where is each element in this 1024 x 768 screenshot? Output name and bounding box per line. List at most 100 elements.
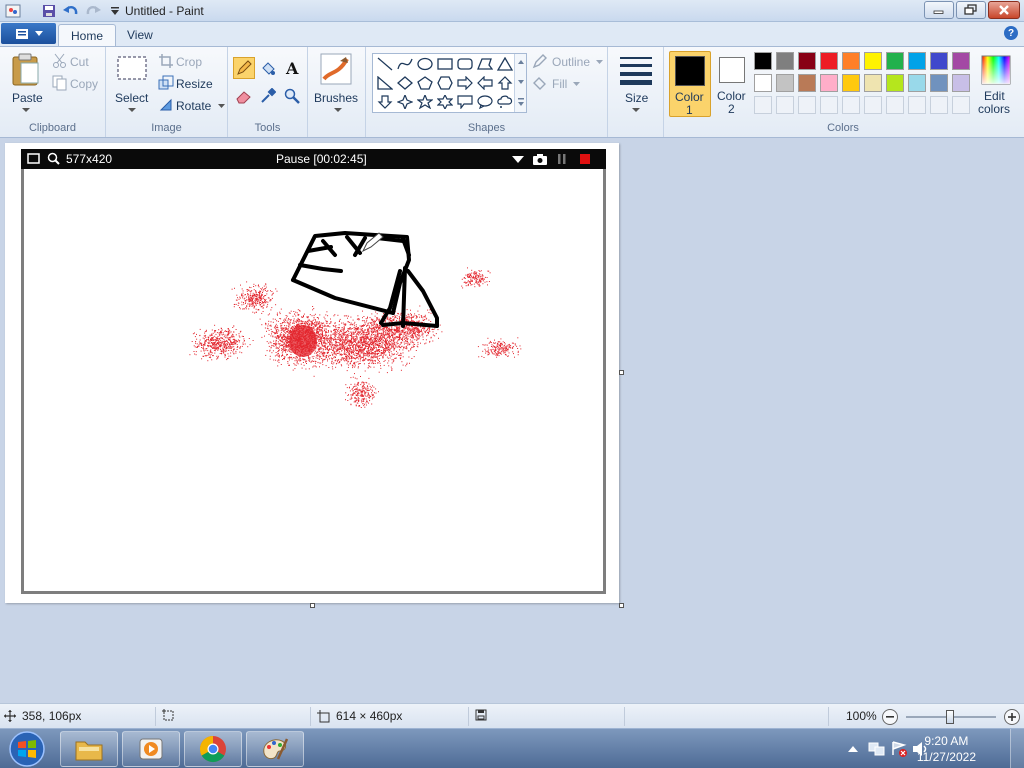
- custom-color-slot[interactable]: [798, 96, 816, 114]
- resize-handle-right[interactable]: [619, 370, 624, 375]
- oval-callout-shape[interactable]: [475, 93, 495, 111]
- camera-icon[interactable]: [532, 153, 548, 166]
- color-swatch[interactable]: [908, 52, 926, 70]
- cut-button[interactable]: Cut: [52, 53, 102, 71]
- resize-button[interactable]: Resize: [158, 75, 218, 93]
- action-center-icon[interactable]: [890, 741, 908, 757]
- line-shape[interactable]: [375, 55, 395, 73]
- color-swatch[interactable]: [776, 74, 794, 92]
- show-desktop-button[interactable]: [1010, 729, 1024, 768]
- resize-handle-corner[interactable]: [619, 603, 624, 608]
- four-point-star-shape[interactable]: [395, 93, 415, 111]
- pentagon-shape[interactable]: [415, 74, 435, 92]
- color-swatch[interactable]: [886, 52, 904, 70]
- color-swatch[interactable]: [930, 52, 948, 70]
- resize-handle-bottom[interactable]: [310, 603, 315, 608]
- size-button[interactable]: Size: [614, 51, 658, 117]
- color-swatch[interactable]: [776, 52, 794, 70]
- redo-icon[interactable]: [84, 2, 102, 20]
- down-arrow-shape[interactable]: [375, 93, 395, 111]
- start-button[interactable]: [2, 730, 52, 768]
- color-swatch[interactable]: [952, 74, 970, 92]
- tab-view[interactable]: View: [115, 24, 165, 46]
- taskbar-chrome[interactable]: [184, 731, 242, 767]
- window-frame-icon[interactable]: [27, 153, 41, 165]
- color-swatch[interactable]: [886, 74, 904, 92]
- color-swatch[interactable]: [820, 74, 838, 92]
- zoom-slider-thumb[interactable]: [946, 710, 954, 724]
- zoom-slider[interactable]: [906, 710, 996, 724]
- color-swatch[interactable]: [908, 74, 926, 92]
- custom-color-slot[interactable]: [754, 96, 772, 114]
- color-swatch[interactable]: [930, 74, 948, 92]
- file-menu-button[interactable]: [1, 23, 56, 44]
- tab-home[interactable]: Home: [58, 24, 117, 46]
- shapes-scrollbar[interactable]: [514, 54, 526, 112]
- rect-callout-shape[interactable]: [455, 93, 475, 111]
- color-swatch[interactable]: [864, 52, 882, 70]
- edit-colors-button[interactable]: Edit colors: [974, 51, 1018, 117]
- drawing-canvas[interactable]: 577x420 Pause [00:02:45]: [5, 143, 619, 603]
- save-icon[interactable]: [40, 2, 58, 20]
- up-arrow-shape[interactable]: [495, 74, 515, 92]
- select-button[interactable]: Select: [112, 51, 152, 117]
- color1-button[interactable]: Color 1: [669, 51, 711, 117]
- help-icon[interactable]: ?: [1004, 26, 1018, 40]
- triangle-shape[interactable]: [495, 55, 515, 73]
- minimize-button[interactable]: [924, 1, 954, 19]
- customize-qat-icon[interactable]: [106, 2, 124, 20]
- pencil-tool[interactable]: [233, 57, 255, 79]
- fill-tool[interactable]: [257, 57, 279, 79]
- copy-button[interactable]: Copy: [52, 75, 102, 93]
- show-hidden-icons[interactable]: [848, 745, 858, 753]
- hexagon-shape[interactable]: [435, 74, 455, 92]
- color-swatch[interactable]: [798, 74, 816, 92]
- cloud-callout-shape[interactable]: [495, 93, 515, 111]
- crop-button[interactable]: Crop: [158, 53, 218, 71]
- rounded-rectangle-shape[interactable]: [455, 55, 475, 73]
- eraser-tool[interactable]: [233, 85, 255, 107]
- zoom-search-icon[interactable]: [47, 152, 61, 166]
- chevron-down-icon[interactable]: [512, 156, 524, 164]
- custom-color-slot[interactable]: [820, 96, 838, 114]
- brushes-button[interactable]: Brushes: [314, 51, 362, 117]
- zoom-in-button[interactable]: [1004, 709, 1020, 725]
- custom-color-slot[interactable]: [886, 96, 904, 114]
- color-swatch[interactable]: [754, 74, 772, 92]
- taskbar-explorer[interactable]: [60, 731, 118, 767]
- close-button[interactable]: [988, 1, 1020, 19]
- network-icon[interactable]: [868, 741, 886, 757]
- color-swatch[interactable]: [952, 52, 970, 70]
- custom-color-slot[interactable]: [952, 96, 970, 114]
- text-tool[interactable]: A: [281, 57, 303, 79]
- five-point-star-shape[interactable]: [415, 93, 435, 111]
- color-picker-tool[interactable]: [257, 85, 279, 107]
- custom-color-slot[interactable]: [908, 96, 926, 114]
- pause-icon[interactable]: [557, 154, 567, 165]
- custom-color-slot[interactable]: [776, 96, 794, 114]
- six-point-star-shape[interactable]: [435, 93, 455, 111]
- right-arrow-shape[interactable]: [455, 74, 475, 92]
- stop-record-icon[interactable]: [580, 154, 591, 165]
- custom-color-slot[interactable]: [842, 96, 860, 114]
- restore-button[interactable]: [956, 1, 986, 19]
- custom-color-slot[interactable]: [864, 96, 882, 114]
- taskbar-media-player[interactable]: [122, 731, 180, 767]
- outline-dropdown[interactable]: Outline: [532, 53, 604, 71]
- magnifier-tool[interactable]: [281, 85, 303, 107]
- color-swatch[interactable]: [842, 74, 860, 92]
- undo-icon[interactable]: [62, 2, 80, 20]
- color-swatch[interactable]: [842, 52, 860, 70]
- rotate-button[interactable]: Rotate: [158, 97, 225, 115]
- left-arrow-shape[interactable]: [475, 74, 495, 92]
- color-swatch[interactable]: [864, 74, 882, 92]
- custom-color-slot[interactable]: [930, 96, 948, 114]
- zoom-out-button[interactable]: [882, 709, 898, 725]
- oval-shape[interactable]: [415, 55, 435, 73]
- rectangle-shape[interactable]: [435, 55, 455, 73]
- right-triangle-shape[interactable]: [375, 74, 395, 92]
- color-swatch[interactable]: [820, 52, 838, 70]
- curve-shape[interactable]: [395, 55, 415, 73]
- paint-app-icon[interactable]: [4, 2, 22, 20]
- color-swatch[interactable]: [798, 52, 816, 70]
